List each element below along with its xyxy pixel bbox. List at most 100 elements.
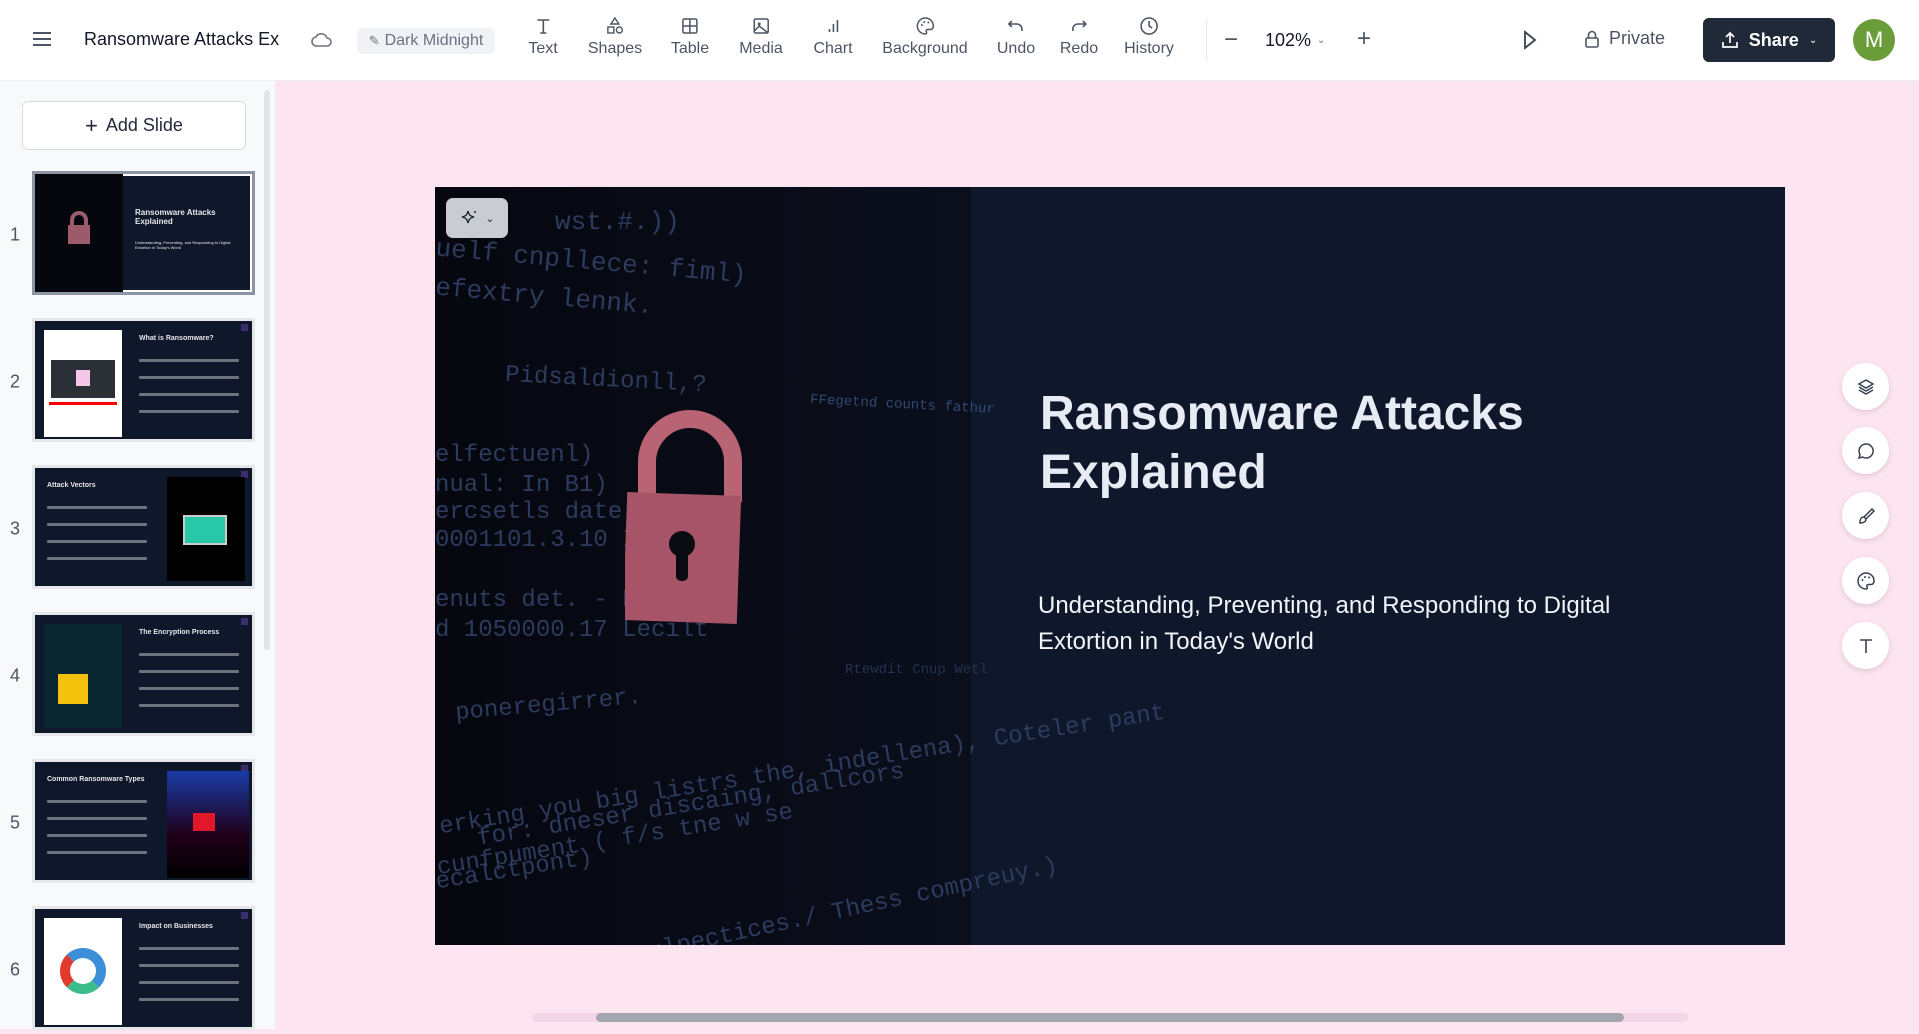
slide-number: 1	[10, 224, 21, 245]
text-style-button[interactable]	[1842, 622, 1889, 669]
slide-subtitle[interactable]: Understanding, Preventing, and Respondin…	[1038, 588, 1678, 660]
text-icon	[1859, 638, 1872, 653]
tool-label: Undo	[996, 40, 1036, 57]
zoom-out-button[interactable]: −	[1224, 26, 1238, 54]
thumbnail-subtitle: Understanding, Preventing, and Respondin…	[135, 240, 231, 250]
slide-canvas[interactable]: wst.#.)) uelf cnpllece: fiml) efextry le…	[435, 187, 1785, 945]
theme-selector[interactable]: ✎ Dark Midnight	[357, 28, 495, 54]
thumbnail-title: What is Ransomware?	[139, 335, 214, 342]
user-avatar[interactable]: M	[1853, 19, 1895, 61]
slide-thumbnail-3[interactable]: 3 Attack Vectors	[0, 465, 265, 593]
theme-label: Dark Midnight	[384, 32, 484, 49]
chart-tool[interactable]: Chart	[813, 16, 853, 58]
thumbnail-title: Impact on Businesses	[139, 923, 213, 930]
slide-number: 5	[10, 812, 21, 833]
thumbnail-preview: The Encryption Process	[32, 612, 255, 736]
brush-icon	[1858, 507, 1875, 524]
text-tool[interactable]: Text	[528, 16, 558, 58]
thumbnail-title: The Encryption Process	[139, 629, 220, 636]
history-button[interactable]: History	[1124, 16, 1174, 58]
padlock-illustration	[625, 410, 742, 624]
background-tool[interactable]: Background	[882, 16, 968, 58]
slide-thumbnail-1[interactable]: 1 Ransomware Attacks Explained Understan…	[0, 171, 265, 299]
share-button[interactable]: Share ⌄	[1703, 18, 1835, 62]
table-tool[interactable]: Table	[671, 16, 709, 58]
theme-palette-button[interactable]	[1842, 557, 1889, 604]
chevron-down-icon: ⌄	[1317, 35, 1326, 46]
sparkle-icon	[462, 210, 477, 224]
slide-title[interactable]: Ransomware Attacks Explained	[1040, 384, 1660, 502]
slide-number: 2	[10, 371, 21, 392]
cloud-save-icon	[311, 33, 332, 47]
horizontal-scrollbar-thumb[interactable]	[596, 1013, 1624, 1022]
slide-thumbnail-4[interactable]: 4 The Encryption Process	[0, 612, 265, 740]
plus-icon: +	[85, 112, 98, 138]
layers-icon	[1856, 378, 1875, 395]
text-icon	[537, 19, 549, 34]
upload-icon	[1721, 31, 1738, 48]
layers-button[interactable]	[1842, 363, 1889, 410]
menu-icon[interactable]	[32, 31, 52, 47]
thumbnail-preview: What is Ransomware?	[32, 318, 255, 442]
add-slide-label: Add Slide	[105, 115, 183, 135]
slide-number: 6	[10, 959, 21, 980]
thumbnail-preview: Attack Vectors	[32, 465, 255, 589]
privacy-button[interactable]: Private	[1584, 28, 1665, 49]
badge	[241, 618, 248, 625]
brush-icon: ✎	[368, 33, 380, 48]
add-slide-button[interactable]: + Add Slide	[22, 101, 246, 150]
slide-number: 4	[10, 665, 21, 686]
tool-label: History	[1124, 40, 1174, 57]
slide-thumbnail-5[interactable]: 5 Common Ransomware Types	[0, 759, 265, 887]
slide-number: 3	[10, 518, 21, 539]
thumbnail-title: Common Ransomware Types	[47, 776, 145, 783]
thumbnail-preview: Impact on Businesses	[32, 906, 255, 1030]
zoom-value: 102%	[1265, 30, 1312, 50]
tool-label: Redo	[1059, 40, 1099, 57]
tool-label: Shapes	[587, 40, 643, 57]
badge	[241, 324, 248, 331]
chart-icon	[828, 20, 838, 32]
image-icon	[753, 18, 769, 34]
thumbnail-title: Attack Vectors	[47, 482, 96, 489]
comments-button[interactable]	[1842, 427, 1889, 474]
chevron-down-icon: ⌄	[485, 212, 495, 225]
document-title[interactable]: Ransomware Attacks Ex	[84, 29, 279, 50]
slide-background-image[interactable]: wst.#.)) uelf cnpllece: fiml) efextry le…	[435, 187, 1167, 945]
undo-icon	[1007, 20, 1023, 31]
shapes-tool[interactable]: Shapes	[588, 16, 642, 58]
shapes-icon	[607, 16, 624, 34]
media-tool[interactable]: Media	[739, 16, 783, 58]
top-toolbar: Ransomware Attacks Ex ✎ Dark Midnight Te…	[0, 0, 1919, 81]
privacy-label: Private	[1609, 28, 1666, 48]
thumbnail-preview: Common Ransomware Types	[32, 759, 255, 883]
tool-label: Table	[670, 40, 710, 57]
redo-button[interactable]: Redo	[1060, 16, 1098, 58]
zoom-selector[interactable]: 102% ⌄	[1265, 30, 1325, 51]
share-label: Share	[1748, 29, 1799, 50]
slide-thumbnail-6[interactable]: 6 Impact on Businesses	[0, 906, 265, 1034]
thumbnail-title: Ransomware Attacks Explained	[135, 208, 216, 226]
table-icon	[682, 18, 698, 34]
tool-label: Chart	[813, 40, 853, 57]
comment-icon	[1857, 442, 1874, 459]
tool-label: Text	[528, 40, 558, 57]
toolbar-divider	[1206, 20, 1207, 60]
undo-button[interactable]: Undo	[997, 16, 1035, 58]
clock-icon	[1140, 17, 1158, 35]
ai-assist-button[interactable]: ⌄	[446, 198, 508, 238]
badge	[241, 912, 248, 919]
palette-icon	[1856, 571, 1875, 590]
tool-label: Background	[882, 40, 968, 57]
thumbnail-preview: Ransomware Attacks Explained Understandi…	[32, 171, 255, 295]
style-brush-button[interactable]	[1842, 492, 1889, 539]
redo-icon	[1072, 20, 1088, 31]
lock-icon	[1585, 30, 1599, 48]
palette-icon	[916, 17, 934, 35]
chevron-down-icon: ⌄	[1808, 34, 1818, 46]
slide-thumbnail-2[interactable]: 2 What is Ransomware?	[0, 318, 265, 446]
lock-icon	[68, 211, 90, 244]
zoom-in-button[interactable]: +	[1357, 25, 1371, 53]
play-icon[interactable]	[1522, 30, 1538, 50]
tool-label: Media	[739, 40, 783, 57]
